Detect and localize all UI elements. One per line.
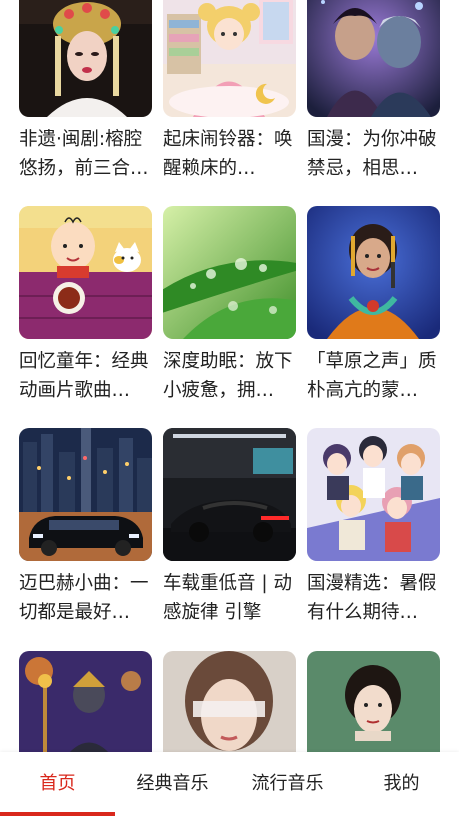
- playlist-cover[interactable]: [163, 206, 296, 339]
- anime-group-image: [307, 428, 440, 561]
- playlist-title: 非遗·闽剧:榕腔悠扬，前三合…: [19, 129, 149, 179]
- playlist-cover[interactable]: [163, 0, 296, 117]
- playlist-title: 起床闹铃器：唤醒赖床的…: [163, 129, 293, 179]
- ethnic-singer-image: [307, 206, 440, 339]
- playlist-title: 国漫精选：暑假有什么期待…: [307, 573, 437, 623]
- sports-car-garage-image: [163, 428, 296, 561]
- cartoon-boy-cat-image: [19, 206, 152, 339]
- playlist-title: 国漫：为你冲破禁忌，相思…: [307, 129, 437, 179]
- car-city-night-image: [19, 428, 152, 561]
- playlist-title: 车载重低音 | 动感旋律 引擎轰…: [163, 573, 292, 623]
- tab-classic-music[interactable]: 经典音乐: [115, 752, 230, 816]
- active-tab-indicator: [0, 812, 115, 816]
- tab-pop-music[interactable]: 流行音乐: [230, 752, 345, 816]
- tab-label: 我的: [383, 773, 420, 794]
- tab-home[interactable]: 首页: [0, 752, 115, 816]
- playlist-cover[interactable]: [307, 0, 440, 117]
- playlist-title: 「草原之声」质朴高亢的蒙…: [307, 351, 437, 401]
- anime-couple-image: [307, 0, 440, 117]
- playlist-cover[interactable]: [307, 428, 440, 561]
- opera-performer-image: [19, 0, 152, 117]
- playlist-title: 回忆童年：经典动画片歌曲…: [19, 351, 149, 401]
- playlist-cover[interactable]: [307, 206, 440, 339]
- sailor-moon-bedroom-image: [163, 0, 296, 117]
- bottom-tab-bar: 首页 经典音乐 流行音乐 我的: [0, 752, 459, 816]
- tab-label: 流行音乐: [251, 773, 324, 794]
- playlist-title: 迈巴赫小曲：一切都是最好…: [19, 573, 149, 623]
- tab-mine[interactable]: 我的: [344, 752, 459, 816]
- tab-label: 首页: [39, 773, 76, 794]
- playlist-cover[interactable]: [19, 0, 152, 117]
- playlist-cover[interactable]: [19, 206, 152, 339]
- tab-label: 经典音乐: [136, 773, 209, 794]
- playlist-title: 深度助眠：放下小疲惫，拥…: [163, 351, 293, 401]
- raindrops-leaf-image: [163, 206, 296, 339]
- playlist-cover[interactable]: [163, 428, 296, 561]
- playlist-cover[interactable]: [19, 428, 152, 561]
